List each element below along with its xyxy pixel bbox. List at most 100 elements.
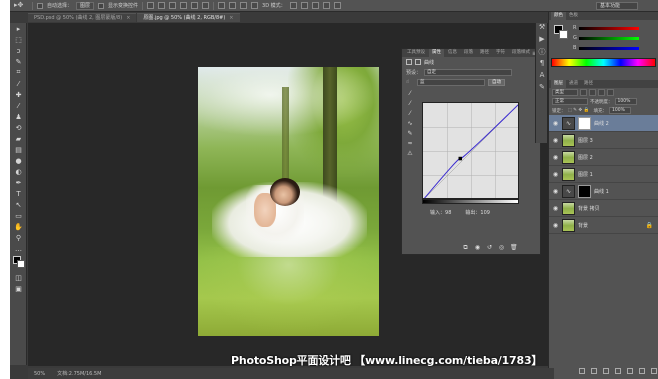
layer-thumbnail[interactable] — [562, 150, 575, 164]
curve-control-point[interactable] — [519, 103, 520, 105]
on-image-adjust-icon[interactable]: ☝ — [406, 79, 414, 85]
new-adjustment-icon[interactable] — [615, 368, 621, 374]
tab-layers[interactable]: 图层 — [551, 80, 566, 88]
clip-to-layer-icon[interactable]: ⧉ — [462, 244, 469, 251]
zoom-level[interactable]: 50% — [34, 371, 45, 377]
curve-control-point[interactable] — [458, 156, 463, 161]
blur-icon[interactable]: ● — [10, 155, 27, 166]
zoom-icon[interactable]: ⚲ — [10, 232, 27, 243]
new-layer-icon[interactable] — [639, 368, 645, 374]
quick-select-icon[interactable]: ✎ — [10, 56, 27, 67]
curve-graph[interactable] — [422, 102, 519, 199]
align-middle-icon[interactable] — [158, 2, 166, 9]
history-brush-icon[interactable]: ⟲ — [10, 122, 27, 133]
crop-icon[interactable]: ⌗ — [10, 67, 27, 78]
tab-paragraph-styles[interactable]: 段落样式 — [509, 49, 533, 57]
blend-mode-dropdown[interactable]: 正常 — [552, 98, 588, 105]
tab-tool-presets[interactable]: 工具预设 — [404, 49, 428, 57]
history-icon[interactable]: ⚒ — [536, 23, 548, 35]
filter-adjust-icon[interactable] — [589, 89, 596, 96]
kind-filter-dropdown[interactable]: 类型 — [552, 89, 578, 96]
screen-mode-icon[interactable]: ▣ — [10, 283, 27, 294]
auto-select-dropdown[interactable]: 图层 — [76, 1, 95, 10]
distribute-icon[interactable] — [218, 2, 226, 9]
curve-plot[interactable] — [423, 103, 519, 199]
healing-brush-icon[interactable]: ✚ — [10, 89, 27, 100]
tab-color[interactable]: 颜色 — [551, 12, 566, 20]
layer-thumbnail[interactable] — [562, 133, 575, 147]
delete-layer-icon[interactable] — [651, 368, 657, 374]
show-transform-checkbox[interactable] — [98, 2, 105, 9]
document-size[interactable]: 文档:2.75M/16.5M — [57, 370, 101, 377]
channel-dropdown[interactable]: 蓝 — [417, 78, 485, 86]
eye-icon[interactable]: ◉ — [552, 154, 559, 161]
align-center-icon[interactable] — [191, 2, 199, 9]
eye-icon[interactable]: ◉ — [552, 205, 559, 212]
layer-row[interactable]: ◉ 背景 🔒 — [549, 217, 658, 234]
new-group-icon[interactable] — [627, 368, 633, 374]
tab-paths[interactable]: 路径 — [477, 49, 492, 57]
layer-row[interactable]: ◉ 图层 1 — [549, 166, 658, 183]
curve-point-icon[interactable]: ∿ — [406, 120, 414, 130]
eyedropper-icon[interactable]: ⁄ — [10, 78, 27, 89]
type-icon[interactable]: T — [10, 188, 27, 199]
tab-paths[interactable]: 路径 — [581, 80, 596, 88]
gradient-icon[interactable]: ▤ — [10, 144, 27, 155]
fill-field[interactable]: 100% — [609, 107, 631, 114]
white-point-eyedropper-icon[interactable]: ⁄ — [406, 110, 414, 120]
background-color[interactable] — [17, 260, 25, 268]
eye-icon[interactable]: ◉ — [552, 222, 559, 229]
layer-row[interactable]: ◉ ∿ 曲线 1 — [549, 183, 658, 200]
tab-swatches[interactable]: 色板 — [566, 12, 581, 20]
distribute-icon[interactable] — [229, 2, 237, 9]
layer-thumbnail[interactable] — [562, 167, 575, 181]
dodge-icon[interactable]: ◐ — [10, 166, 27, 177]
pencil-icon[interactable]: ✎ — [406, 130, 414, 140]
layer-row[interactable]: ◉ 背景 拷贝 — [549, 200, 658, 217]
roll-3d-icon[interactable] — [300, 2, 308, 9]
layer-name[interactable]: 曲线 2 — [594, 120, 609, 127]
clipping-warning-icon[interactable]: ⚠ — [406, 150, 414, 160]
pan-3d-icon[interactable] — [311, 2, 319, 9]
filter-pixel-icon[interactable] — [580, 89, 587, 96]
gray-point-eyedropper-icon[interactable]: ⁄ — [406, 100, 414, 110]
align-right-icon[interactable] — [202, 2, 210, 9]
actions-icon[interactable]: ▶ — [536, 35, 548, 47]
workspace-dropdown[interactable]: 基本功能 — [596, 2, 638, 10]
distribute-icon[interactable] — [240, 2, 248, 9]
tab-character[interactable]: 字符 — [493, 49, 508, 57]
add-mask-icon[interactable] — [603, 368, 609, 374]
layer-row[interactable]: ◉ 图层 3 — [549, 132, 658, 149]
document-tab[interactable]: PSD.psd @ 50% (曲线 2, 图层蒙版/8) × — [28, 13, 137, 22]
eye-icon[interactable]: ◉ — [552, 188, 559, 195]
path-select-icon[interactable]: ↖ — [10, 199, 27, 210]
close-icon[interactable]: × — [229, 15, 233, 21]
layer-style-icon[interactable] — [591, 368, 597, 374]
input-value[interactable]: 98 — [445, 210, 451, 216]
more-tools-icon[interactable]: … — [10, 243, 27, 254]
pen-icon[interactable]: ✒ — [10, 177, 27, 188]
quick-mask-icon[interactable]: ◫ — [10, 272, 27, 283]
document-tab-active[interactable]: 原图.jpg @ 50% (曲线 2, RGB/8#) × — [137, 13, 240, 22]
curves-adjustment-thumbnail[interactable]: ∿ — [562, 116, 575, 130]
layer-name[interactable]: 背景 — [578, 222, 588, 229]
tab-info[interactable]: 信息 — [445, 49, 460, 57]
align-top-icon[interactable] — [147, 2, 155, 9]
tab-properties[interactable]: 属性 — [429, 49, 444, 57]
rotate-3d-icon[interactable] — [289, 2, 297, 9]
layer-name[interactable]: 曲线 1 — [594, 188, 609, 195]
curves-adjustment-thumbnail[interactable]: ∿ — [562, 184, 575, 198]
color-spectrum[interactable] — [551, 58, 656, 67]
eye-icon[interactable]: ◉ — [552, 120, 559, 127]
shape-icon[interactable]: ▭ — [10, 210, 27, 221]
layer-mask-thumbnail[interactable] — [578, 184, 591, 198]
eye-icon[interactable]: ◉ — [552, 137, 559, 144]
auto-select-checkbox[interactable] — [37, 2, 43, 9]
b-slider[interactable] — [579, 47, 639, 50]
background-color[interactable] — [559, 30, 568, 39]
layer-name[interactable]: 图层 3 — [578, 137, 593, 144]
layer-thumbnail[interactable] — [562, 218, 575, 232]
scale-3d-icon[interactable] — [333, 2, 341, 9]
move-icon[interactable]: ▸ — [10, 23, 27, 34]
lock-icons[interactable]: ⬚ ✎ ✥ 🔒 — [568, 108, 592, 113]
